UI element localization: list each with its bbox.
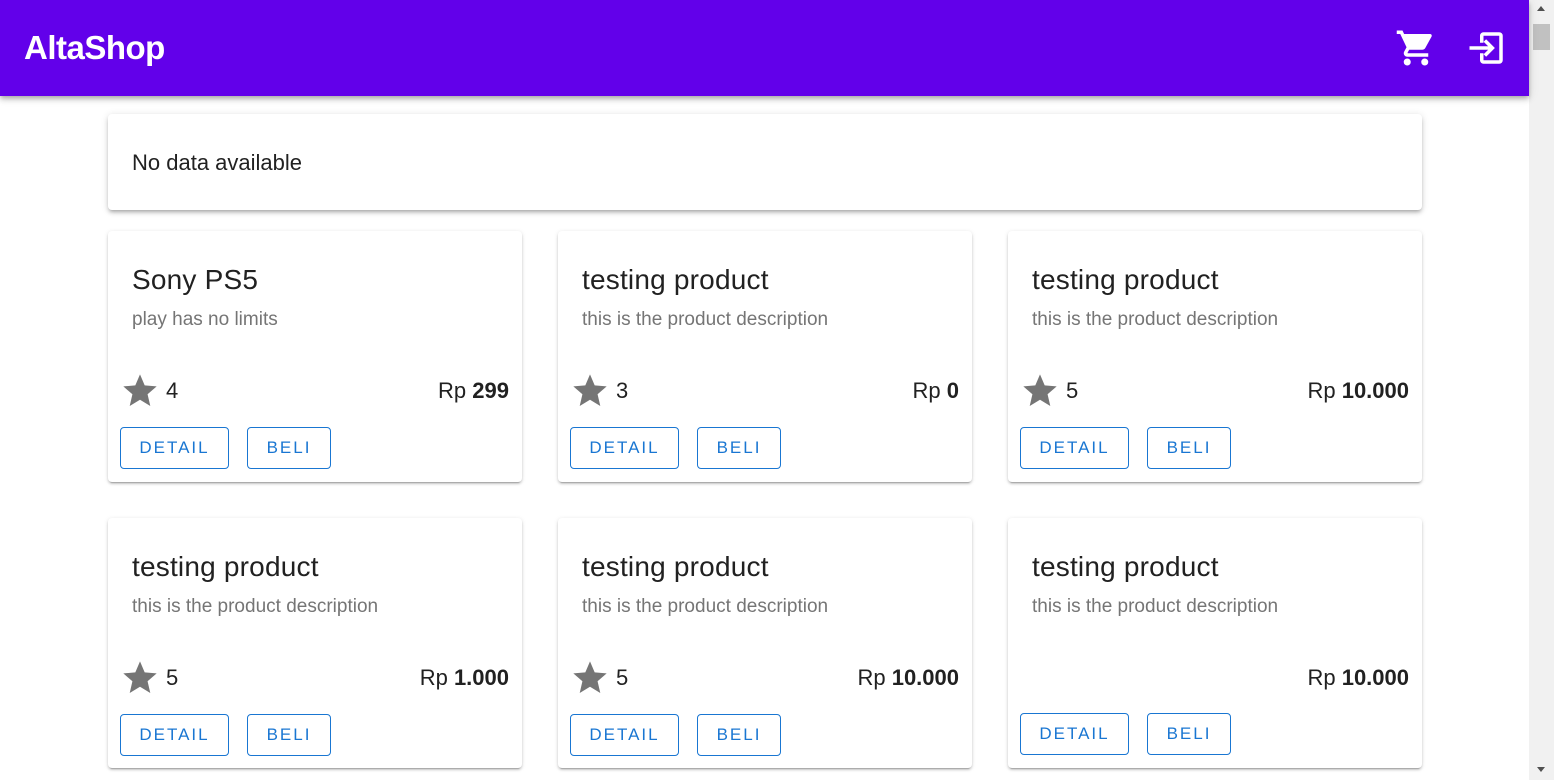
- product-rating: 5: [120, 658, 178, 698]
- price-value: 1.000: [453, 665, 509, 690]
- buy-button[interactable]: BELI: [697, 714, 781, 756]
- currency-label: Rp: [857, 665, 886, 690]
- product-rating: 3: [570, 371, 628, 411]
- cart-button[interactable]: [1392, 24, 1440, 72]
- scroll-thumb[interactable]: [1533, 24, 1550, 50]
- currency-label: Rp: [1307, 665, 1336, 690]
- product-rating: 4: [120, 371, 178, 411]
- vertical-scrollbar[interactable]: [1529, 0, 1554, 780]
- login-button[interactable]: [1463, 24, 1511, 72]
- buy-button[interactable]: BELI: [697, 427, 781, 469]
- product-title: testing product: [132, 551, 319, 582]
- star-icon: [573, 374, 607, 406]
- detail-button[interactable]: DETAIL: [120, 714, 229, 756]
- rating-value: 5: [166, 665, 179, 690]
- product-description: this is the product description: [132, 596, 379, 617]
- star-icon: [573, 661, 607, 693]
- product-description: this is the product description: [1032, 309, 1279, 330]
- product-title: testing product: [1032, 551, 1219, 582]
- price-value: 10.000: [1341, 665, 1409, 690]
- product-price: Rp 0: [913, 378, 960, 404]
- product-card: testing product this is the product desc…: [1008, 231, 1422, 482]
- detail-button[interactable]: DETAIL: [1020, 427, 1129, 469]
- no-data-card: No data available: [108, 114, 1422, 210]
- rating-value: 3: [616, 378, 629, 403]
- price-value: 10.000: [891, 665, 959, 690]
- scroll-down-arrow-icon[interactable]: [1537, 767, 1545, 772]
- currency-label: Rp: [1307, 378, 1336, 403]
- star-icon: [123, 661, 157, 693]
- product-description: play has no limits: [132, 309, 278, 330]
- product-card: Sony PS5 play has no limits 4 Rp 299 DET…: [108, 231, 522, 482]
- detail-button[interactable]: DETAIL: [570, 714, 679, 756]
- detail-button[interactable]: DETAIL: [120, 427, 229, 469]
- currency-label: Rp: [912, 378, 941, 403]
- cart-icon: [1396, 30, 1432, 66]
- rating-value: 4: [166, 378, 179, 403]
- product-price: Rp 1.000: [420, 665, 509, 691]
- product-description: this is the product description: [1032, 596, 1279, 617]
- price-value: 299: [472, 378, 509, 403]
- product-rating: 5: [570, 658, 628, 698]
- product-rating: 5: [1020, 371, 1078, 411]
- app-title[interactable]: AltaShop: [24, 28, 165, 68]
- product-description: this is the product description: [582, 309, 829, 330]
- rating-value: 5: [616, 665, 629, 690]
- product-price: Rp 10.000: [857, 665, 959, 691]
- buy-button[interactable]: BELI: [1147, 427, 1231, 469]
- scroll-up-arrow-icon[interactable]: [1537, 6, 1545, 11]
- currency-label: Rp: [419, 665, 448, 690]
- product-price: Rp 10.000: [1307, 665, 1409, 691]
- product-card: testing product this is the product desc…: [558, 231, 972, 482]
- product-price: Rp 10.000: [1307, 378, 1409, 404]
- buy-button[interactable]: BELI: [247, 714, 331, 756]
- price-value: 0: [946, 378, 959, 403]
- currency-label: Rp: [438, 378, 467, 403]
- product-price: Rp 299: [438, 378, 509, 404]
- product-title: testing product: [582, 264, 769, 295]
- buy-button[interactable]: BELI: [247, 427, 331, 469]
- product-description: this is the product description: [582, 596, 829, 617]
- product-card: testing product this is the product desc…: [558, 518, 972, 768]
- star-icon: [1023, 374, 1057, 406]
- buy-button[interactable]: BELI: [1147, 713, 1231, 755]
- detail-button[interactable]: DETAIL: [570, 427, 679, 469]
- no-data-text: No data available: [132, 150, 303, 175]
- star-icon: [123, 374, 157, 406]
- product-card: testing product this is the product desc…: [1008, 518, 1422, 768]
- detail-button[interactable]: DETAIL: [1020, 713, 1129, 755]
- rating-value: 5: [1066, 378, 1079, 403]
- price-value: 10.000: [1341, 378, 1409, 403]
- product-card: testing product this is the product desc…: [108, 518, 522, 768]
- app-bar: AltaShop: [0, 0, 1529, 96]
- product-title: testing product: [1032, 264, 1219, 295]
- product-title: Sony PS5: [132, 264, 259, 295]
- login-icon: [1469, 32, 1503, 64]
- product-title: testing product: [582, 551, 769, 582]
